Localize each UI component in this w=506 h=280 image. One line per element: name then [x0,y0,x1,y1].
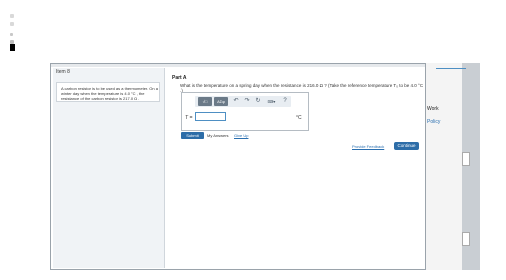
answer-unit-label: °C [296,115,302,121]
continue-button[interactable]: Continue [394,142,419,150]
give-up-link[interactable]: Give Up [234,133,248,138]
help-icon[interactable]: ? [281,97,289,106]
background-divider [436,68,466,69]
rail-dot [10,14,14,18]
part-panel: Part A What is the temperature on a spri… [165,68,423,268]
modal-top-bar [51,64,425,67]
answer-box: √□ ΑΣφ ↶ ↷ ↻ ⌨▾ ? T = °C [181,92,309,131]
background-work-label: Work [427,106,439,112]
background-policy-link[interactable]: Policy [427,119,440,125]
problem-modal: Item 8 A carbon resistor is to be used a… [50,63,426,270]
rail-block [10,44,15,51]
answer-input[interactable] [195,112,226,121]
left-rail [10,14,16,54]
template-icon: √□ [202,99,208,104]
my-answers-link[interactable]: My Answers [207,133,229,138]
provide-feedback-link[interactable]: Provide Feedback [352,144,384,149]
item-panel: Item 8 A carbon resistor is to be used a… [53,68,165,268]
problem-statement: A carbon resistor is to be used as a the… [61,86,158,101]
math-toolbar: √□ ΑΣφ ↶ ↷ ↻ ⌨▾ ? [195,96,291,107]
answer-variable-label: T = [185,115,193,121]
redo-icon[interactable]: ↷ [243,97,251,106]
reset-icon[interactable]: ↻ [254,97,262,106]
rail-dot [10,22,14,26]
background-side-button[interactable] [462,152,470,166]
symbols-button[interactable]: ΑΣφ [214,97,228,106]
part-label: Part A [172,75,187,81]
submit-button[interactable]: Submit [181,132,204,139]
undo-icon[interactable]: ↶ [232,97,240,106]
problem-statement-box: A carbon resistor is to be used as a the… [56,82,160,102]
item-title: Item 8 [56,69,70,75]
rail-dot [10,33,13,36]
keyboard-icon[interactable]: ⌨▾ [266,97,277,106]
template-button[interactable]: √□ [198,97,212,106]
background-side-button[interactable] [462,232,470,246]
